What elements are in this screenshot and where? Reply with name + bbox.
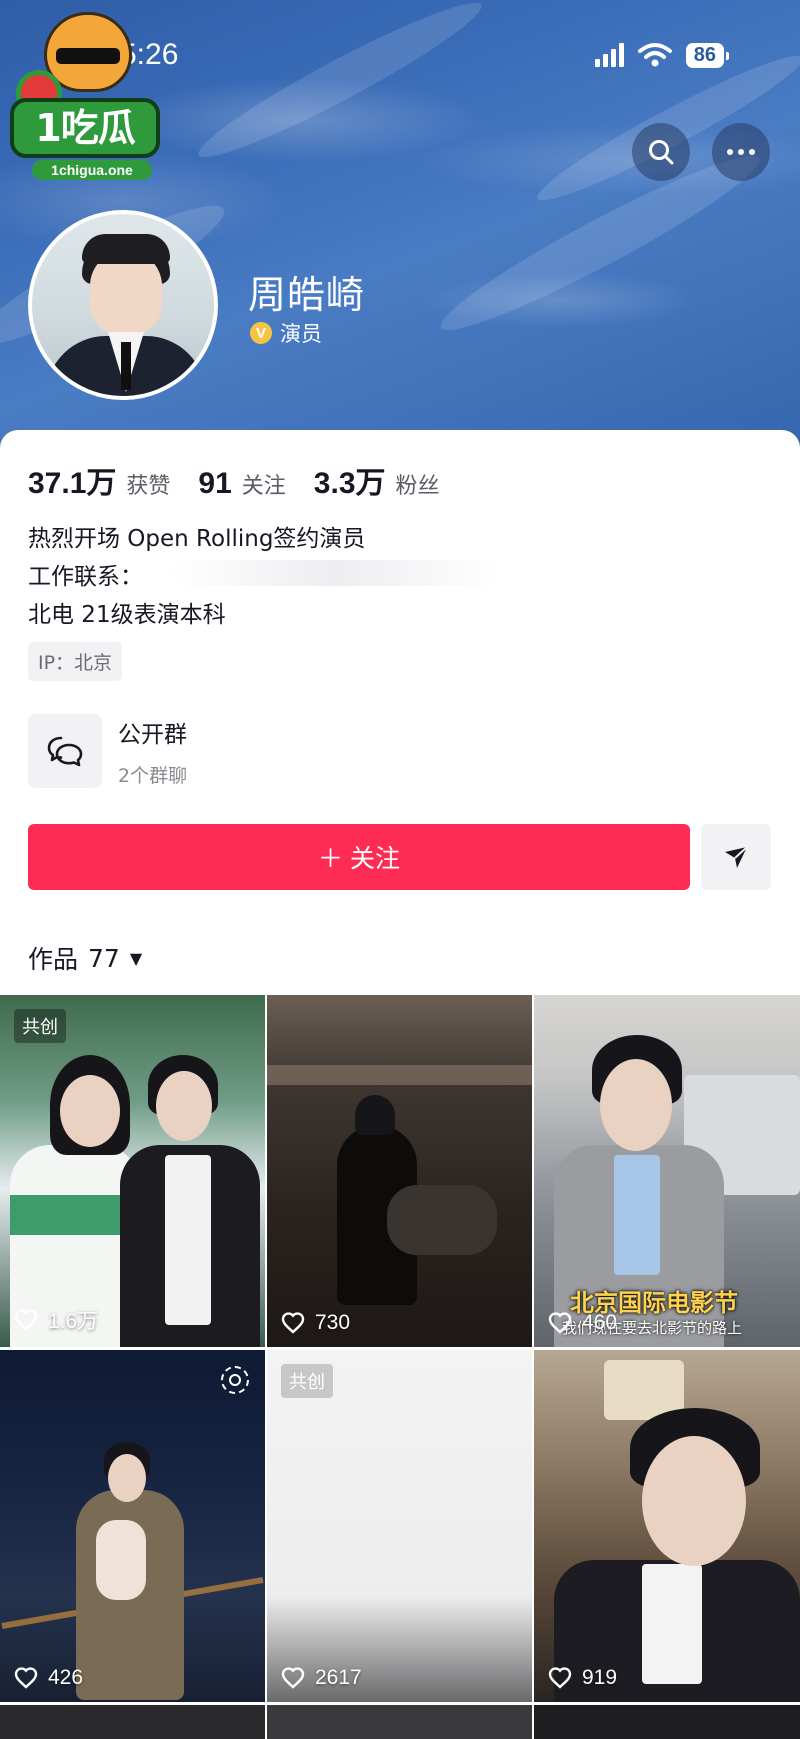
- likes-count: 730: [315, 1311, 351, 1334]
- cellular-signal-icon: [594, 43, 624, 67]
- share-button[interactable]: [701, 824, 771, 890]
- profile-name: 周皓崎: [248, 273, 366, 317]
- bio-line: 热烈开场 Open Rolling签约演员: [28, 526, 366, 552]
- redacted-contact: [170, 560, 500, 586]
- co-create-tag: 共创: [14, 1009, 66, 1043]
- stat-likes[interactable]: 37.1万 获赞: [28, 458, 170, 502]
- heart-icon: [281, 1312, 305, 1334]
- video-tile[interactable]: 919: [534, 1350, 800, 1702]
- group-title: 公开群: [118, 721, 187, 748]
- video-likes: 2617: [281, 1666, 362, 1690]
- ip-location-tag: IP：北京: [28, 642, 123, 681]
- bio-line: 北电 21级表演本科: [28, 602, 226, 628]
- stats-row: 37.1万 获赞 91 关注 3.3万 粉丝: [28, 458, 468, 502]
- battery-indicator: 86: [685, 42, 730, 68]
- works-tab[interactable]: 作品 77 ▼: [28, 940, 142, 976]
- video-likes: 1.6万: [14, 1305, 98, 1335]
- avatar[interactable]: [28, 210, 218, 400]
- profile-card: 37.1万 获赞 91 关注 3.3万 粉丝 热烈开场 Open Rolling…: [0, 430, 800, 1739]
- heart-icon: [14, 1309, 38, 1331]
- logo-brand: 1吃瓜: [10, 98, 160, 158]
- heart-icon: [281, 1667, 305, 1689]
- works-count: 77: [88, 943, 120, 973]
- likes-count: 919: [582, 1666, 618, 1689]
- stat-value: 91: [198, 467, 232, 500]
- watermark-logo: 1吃瓜 1chigua.one: [10, 12, 160, 182]
- group-chat-icon: [28, 714, 102, 788]
- stat-label: 获赞: [126, 474, 171, 499]
- video-tile[interactable]: 426: [0, 1350, 265, 1702]
- works-label: 作品: [28, 945, 79, 974]
- heart-icon: [548, 1312, 572, 1334]
- likes-count: 460: [582, 1311, 618, 1334]
- stat-value: 3.3万: [313, 467, 386, 500]
- video-likes: 919: [548, 1666, 617, 1690]
- video-grid: 共创 1.6万 730 北京国际电影节 我们现在要去北影节的路上 460 426…: [0, 995, 800, 1739]
- heart-icon: [14, 1667, 38, 1689]
- video-tile[interactable]: [0, 1705, 265, 1739]
- stat-value: 37.1万: [28, 467, 117, 500]
- video-tile[interactable]: 北京国际电影节 我们现在要去北影节的路上 460: [534, 995, 800, 1347]
- video-tile[interactable]: 共创 1.6万: [0, 995, 265, 1347]
- status-indicators: 86: [594, 42, 730, 68]
- verified-badge-icon: V: [250, 322, 272, 344]
- video-tile[interactable]: 共创 2617: [267, 1350, 532, 1702]
- group-subtitle: 2个群聊: [118, 764, 188, 787]
- video-likes: 730: [281, 1311, 350, 1335]
- wifi-icon: [637, 43, 672, 67]
- heart-icon: [548, 1667, 572, 1689]
- video-likes: 426: [14, 1666, 83, 1690]
- more-icon: [727, 149, 755, 155]
- co-create-tag: 共创: [281, 1364, 333, 1398]
- role-label: 演员: [280, 322, 322, 346]
- video-likes: 460: [548, 1311, 617, 1335]
- live-photo-icon: [221, 1366, 249, 1394]
- public-group-entry[interactable]: 公开群 2个群聊: [28, 714, 187, 788]
- video-tile[interactable]: [267, 1705, 532, 1739]
- follow-button[interactable]: ＋ 关注: [28, 824, 690, 890]
- video-tile[interactable]: 730: [267, 995, 532, 1347]
- likes-count: 426: [48, 1666, 84, 1689]
- logo-url: 1chigua.one: [32, 160, 152, 180]
- caret-down-icon: ▼: [129, 948, 143, 968]
- stat-followers[interactable]: 3.3万 粉丝: [314, 458, 440, 502]
- stat-label: 粉丝: [395, 474, 440, 499]
- share-icon: [725, 846, 748, 868]
- video-tile[interactable]: [534, 1705, 800, 1739]
- likes-count: 2617: [315, 1666, 362, 1689]
- stat-label: 关注: [241, 474, 286, 499]
- verified-role: V 演员: [250, 318, 322, 348]
- profile-header: 5:26 86 1吃瓜 1chigua.one 周皓崎 V 演员: [0, 0, 800, 450]
- cloud-streak: [189, 0, 491, 173]
- search-button[interactable]: [632, 123, 690, 181]
- search-icon: [649, 140, 674, 165]
- likes-count: 1.6万: [48, 1310, 99, 1333]
- more-button[interactable]: [712, 123, 770, 181]
- stat-following[interactable]: 91 关注: [198, 467, 285, 501]
